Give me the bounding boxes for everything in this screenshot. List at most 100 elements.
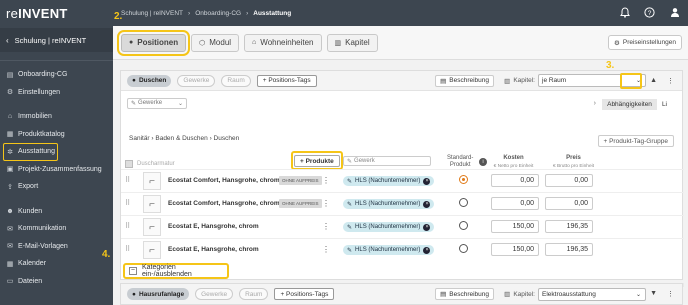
sidebar-item-export[interactable]: ⇪ Export (0, 178, 113, 196)
minus-icon: − (129, 267, 137, 275)
mail-icon: ✉ (7, 243, 13, 251)
chevron-right-icon[interactable]: › (594, 100, 596, 107)
collapse-icon[interactable]: ▲ (650, 77, 657, 85)
select-all-checkbox[interactable] (125, 160, 133, 168)
standard-product-radio[interactable] (459, 221, 468, 230)
kebab-menu-icon[interactable]: ⋮ (667, 290, 674, 298)
file-icon: ▭ (6, 278, 14, 286)
beschreibung-label: Beschreibung (449, 77, 489, 84)
drag-handle-icon[interactable]: ⠿ (125, 199, 130, 207)
breadcrumb-item[interactable]: Onboarding-CG (195, 10, 241, 17)
sidebar-item-kalender[interactable]: ▦ Kalender (0, 255, 113, 273)
tab-label: Wohneinheiten (260, 38, 314, 47)
chevron-down-icon[interactable]: ⌄ (426, 176, 431, 183)
sidebar: re INVENT ‹ Schulung | reINVENT ▤ Onboardi… (0, 0, 113, 305)
position-name-pill[interactable]: ● Duschen (127, 74, 172, 87)
kategorien-toggle-button[interactable]: − Kategorien ein-/ausblenden (123, 263, 229, 279)
sidebar-divider (0, 60, 113, 61)
beschreibung-button[interactable]: ▤ Beschreibung (435, 288, 494, 300)
book-icon: ▥ (504, 77, 511, 85)
gewerk-chip-label: HLS (Nachunternehmer) (355, 247, 421, 253)
tab-kapitel[interactable]: ▥ Kapitel (326, 33, 378, 52)
kapitel-value: je Raum (542, 77, 567, 84)
cost-input[interactable]: 150,00 (491, 220, 539, 233)
kategorien-toggle-label: Kategorien ein-/ausblenden (141, 264, 192, 278)
positions-tags-button[interactable]: + Positions-Tags (256, 74, 317, 87)
filter-row: ✎ Gewerke ⌄ › Abhängigkeiten Li (121, 91, 682, 115)
positions-tags-button[interactable]: + Positions-Tags (274, 288, 335, 300)
sidebar-item-dateien[interactable]: ▭ Dateien (0, 273, 113, 291)
chevron-down-icon[interactable]: ⌄ (426, 199, 431, 206)
product-name: Ecostat Comfort, Hansgrohe, chrom (168, 200, 280, 207)
sidebar-item-einstellungen[interactable]: ⚙ Einstellungen (0, 84, 113, 102)
gewerk-chip-label: HLS (Nachunternehmer) (355, 178, 421, 184)
gewerk-chip[interactable]: ✎ HLS (Nachunternehmer) × (343, 222, 435, 232)
sidebar-item-immobilien[interactable]: ⌂ Immobilien (0, 108, 113, 126)
gewerke-pill[interactable]: Gewerke (195, 288, 234, 300)
cost-input[interactable]: 0,00 (491, 174, 539, 187)
kapitel-label: Kapitel: (513, 290, 535, 298)
tab-abhaengigkeiten[interactable]: Abhängigkeiten (602, 98, 657, 110)
beschreibung-button[interactable]: ▤ Beschreibung (435, 74, 494, 87)
cost-input[interactable]: 0,00 (491, 197, 539, 210)
standard-product-radio[interactable] (459, 244, 468, 253)
drag-handle-icon[interactable]: ⠿ (125, 176, 130, 184)
drag-handle-icon[interactable]: ⠿ (125, 245, 130, 253)
sidebar-item-onboarding[interactable]: ▤ Onboarding-CG (0, 66, 113, 84)
kebab-menu-icon[interactable]: ⋮ (322, 199, 330, 208)
help-icon[interactable]: ? (644, 7, 655, 18)
standard-product-radio[interactable] (459, 175, 468, 184)
product-name: Ecostat E, Hansgrohe, chrom (168, 223, 259, 230)
kebab-menu-icon[interactable]: ⋮ (322, 245, 330, 254)
kebab-menu-icon[interactable]: ⋮ (322, 176, 330, 185)
gewerk-chip[interactable]: ✎ HLS (Nachunternehmer) × (343, 199, 435, 209)
position-name-pill[interactable]: ● Hausrufanlage (127, 288, 190, 300)
price-input[interactable]: 0,00 (545, 174, 593, 187)
gewerke-select[interactable]: ✎ Gewerke ⌄ (127, 97, 187, 109)
price-input[interactable]: 196,35 (545, 220, 593, 233)
sidebar-item-ausstattung[interactable]: ✲ Ausstattung (3, 143, 58, 161)
price-input[interactable]: 0,00 (545, 197, 593, 210)
standard-product-radio[interactable] (459, 198, 468, 207)
chevron-down-icon: ⌄ (177, 100, 183, 107)
sidebar-item-label: Onboarding-CG (18, 71, 68, 79)
tab-modul[interactable]: ⬡ Modul (191, 33, 240, 52)
standard-header-line2: Produkt (449, 162, 471, 169)
sliders-icon: ✲ (7, 148, 13, 156)
price-settings-button[interactable]: ⚙ Preiseinstellungen (608, 35, 682, 50)
gewerk-filter-select[interactable]: ✎ Gewerk (343, 156, 431, 166)
gewerk-chip[interactable]: ✎ HLS (Nachunternehmer) × (343, 176, 435, 186)
chevron-down-icon[interactable]: ⌄ (426, 222, 431, 229)
chevron-left-icon: ‹ (6, 35, 9, 45)
info-icon[interactable]: i (479, 158, 487, 166)
expand-icon[interactable]: ▼ (650, 290, 657, 298)
price-input[interactable]: 196,35 (545, 243, 593, 256)
drag-handle-icon[interactable]: ⠿ (125, 222, 130, 230)
topbar: Schulung | reINVENT › Onboarding-CG › Au… (113, 0, 688, 26)
produkt-tag-gruppe-button[interactable]: + Produkt-Tag-Gruppe (597, 135, 674, 147)
gewerk-chip[interactable]: ✎ HLS (Nachunternehmer) × (343, 245, 435, 255)
kapitel-select[interactable]: Elektroausstattung ⌄ (538, 287, 646, 301)
cost-input[interactable]: 150,00 (491, 243, 539, 256)
back-link-label: Schulung | reINVENT (14, 35, 87, 45)
chevron-down-icon[interactable]: ⌄ (426, 245, 431, 252)
category-column-label: Duscharmatur (137, 161, 175, 167)
user-icon[interactable] (669, 7, 680, 18)
tab-wohneinheiten[interactable]: ⌂ Wohneinheiten (244, 33, 322, 52)
sidebar-item-kommunikation[interactable]: ✉ Kommunikation (0, 220, 113, 238)
kebab-menu-icon[interactable]: ⋮ (667, 77, 674, 85)
tab-li[interactable]: Li (657, 99, 672, 110)
tab-positionen[interactable]: ● Positionen (116, 29, 191, 56)
sidebar-item-kunden[interactable]: ☻ Kunden (0, 203, 113, 221)
sidebar-item-produktkatalog[interactable]: ▦ Produktkatalog (0, 126, 113, 144)
back-to-project-link[interactable]: ‹ Schulung | reINVENT (0, 28, 113, 52)
app-logo[interactable]: re INVENT (0, 0, 113, 26)
gewerke-pill[interactable]: Gewerke (177, 74, 216, 87)
kebab-menu-icon[interactable]: ⋮ (322, 222, 330, 231)
bell-icon[interactable] (619, 7, 630, 18)
sidebar-item-email-vorlagen[interactable]: ✉ E-Mail-Vorlagen (0, 238, 113, 256)
raum-pill[interactable]: Raum (221, 74, 251, 87)
sidebar-item-projekt-zusammenfassung[interactable]: ▣ Projekt-Zusammenfassung (0, 161, 113, 179)
raum-pill[interactable]: Raum (239, 288, 269, 300)
breadcrumb-item[interactable]: Schulung | reINVENT (121, 10, 183, 17)
